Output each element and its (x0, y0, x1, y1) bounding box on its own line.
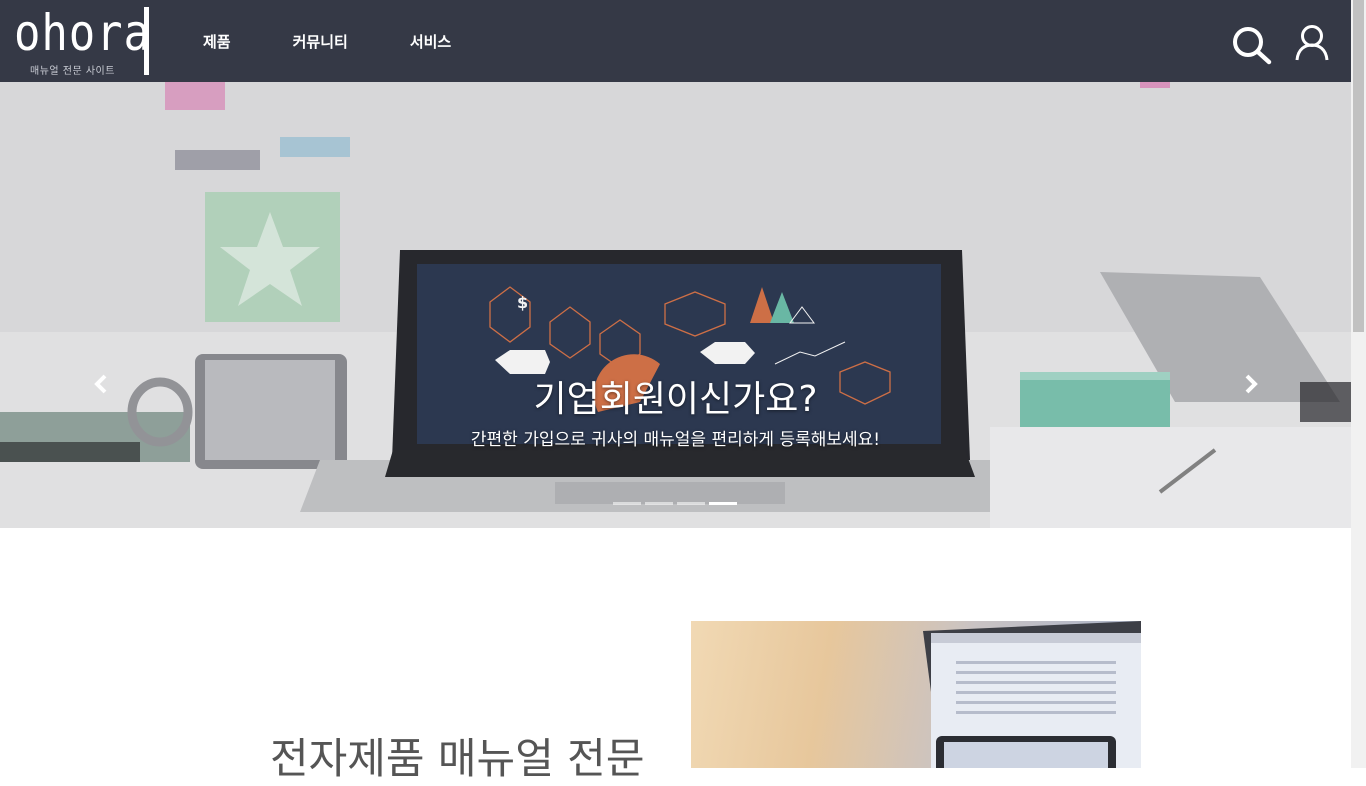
nav-item-services[interactable]: 서비스 (410, 31, 451, 52)
carousel-next-chevron-icon[interactable] (1238, 372, 1262, 396)
carousel-indicator[interactable] (613, 502, 641, 505)
site-logo[interactable]: ohora 매뉴얼 전문 사이트 (14, 4, 150, 77)
nav-item-products[interactable]: 제품 (203, 31, 231, 52)
site-header: ohora 매뉴얼 전문 사이트 제품 커뮤니티 서비스 (0, 0, 1351, 82)
logo-subtitle: 매뉴얼 전문 사이트 (30, 66, 115, 77)
hero-background-image: $ (0, 82, 1351, 528)
logo-wordmark: ohora (14, 4, 151, 62)
search-icon[interactable] (1230, 25, 1274, 65)
page-scrollbar[interactable] (1351, 0, 1366, 768)
logo-divider (144, 7, 149, 75)
section-heading: 전자제품 매뉴얼 전문 (270, 734, 645, 783)
hero-subtitle: 간편한 가입으로 귀사의 매뉴얼을 편리하게 등록해보세요! (470, 430, 881, 450)
scrollbar-thumb[interactable] (1353, 0, 1364, 332)
hero-title: 기업회원이신가요? (533, 379, 818, 420)
user-icon[interactable] (1294, 24, 1330, 62)
section-image (691, 621, 1141, 768)
carousel-prev-chevron-icon[interactable] (90, 372, 114, 396)
carousel-indicator[interactable] (677, 502, 705, 505)
nav-item-community[interactable]: 커뮤니티 (293, 31, 348, 52)
hero-carousel: $ 기업회원이신가요? 간편한 가입으로 귀사의 매뉴얼을 편리하게 등록해보세… (0, 82, 1351, 528)
carousel-indicator[interactable] (645, 502, 673, 505)
main-nav: 제품 커뮤니티 서비스 (186, 0, 513, 82)
carousel-indicators (613, 502, 741, 505)
carousel-indicator-active[interactable] (709, 502, 737, 505)
